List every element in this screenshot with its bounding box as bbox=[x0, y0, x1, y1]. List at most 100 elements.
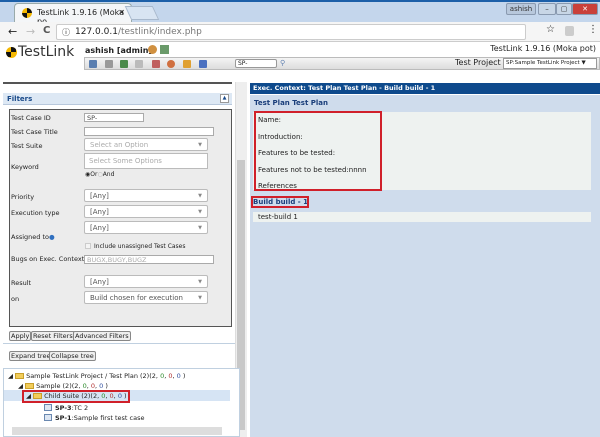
test-spec-icon[interactable] bbox=[120, 60, 128, 68]
help-info-icon[interactable]: ● bbox=[49, 233, 55, 241]
tree-node-suite[interactable]: ◢ Sample (2)(2, 0, 0, 0 ) bbox=[18, 382, 108, 390]
user-name: ashish [admin] bbox=[85, 46, 153, 55]
logout-icon[interactable] bbox=[160, 45, 169, 54]
requirements-icon[interactable] bbox=[105, 60, 113, 68]
highlight-box bbox=[251, 196, 309, 208]
tree-testcase[interactable]: SP-1:Sample first test case bbox=[44, 414, 144, 422]
node-label: Sample (2) bbox=[36, 382, 72, 390]
execution-type-select[interactable]: [Any] bbox=[84, 205, 208, 218]
url-host: 127.0.0.1 bbox=[75, 27, 118, 37]
test-project-select[interactable]: SP:Sample TestLink Project ▼ bbox=[503, 58, 597, 69]
test-case-id-label: Test Case ID bbox=[11, 114, 51, 122]
assigned-to-label: Assigned to● bbox=[11, 233, 55, 241]
user-management-icon[interactable] bbox=[167, 60, 175, 68]
result-label: Result bbox=[11, 279, 32, 287]
keyword-multiselect[interactable]: Select Some Options bbox=[84, 153, 208, 169]
test-case-title-input[interactable] bbox=[84, 127, 214, 136]
events-icon[interactable] bbox=[183, 60, 191, 68]
testcase-id: SP-1 bbox=[55, 414, 72, 422]
exec-context-header: Exec. Context: Test Plan Test Plan - Bui… bbox=[250, 83, 600, 94]
advanced-filters-button[interactable]: Advanced Filters bbox=[73, 331, 131, 341]
testlink-logo[interactable]: TestLink bbox=[18, 44, 74, 60]
minimize-button[interactable]: – bbox=[538, 3, 556, 15]
on-label: on bbox=[11, 295, 20, 303]
new-tab-button[interactable] bbox=[124, 6, 160, 20]
keyword-label: Keyword bbox=[11, 163, 39, 171]
include-unassigned-checkbox[interactable] bbox=[85, 243, 91, 249]
testcase-icon bbox=[44, 404, 52, 411]
include-unassigned-label: Include unassigned Test Cases bbox=[94, 243, 186, 250]
apply-button[interactable]: Apply bbox=[9, 331, 32, 341]
node-label: Sample TestLink Project / Test Plan (2) bbox=[26, 372, 150, 380]
priority-select[interactable]: [Any] bbox=[84, 189, 208, 202]
filters-header: Filters ▲ bbox=[3, 93, 232, 105]
bookmark-star-icon[interactable]: ☆ bbox=[546, 24, 555, 35]
test-suite-select[interactable]: Select an Option bbox=[84, 138, 208, 151]
url-path: /testlink/index.php bbox=[117, 27, 202, 37]
testlink-logo-icon bbox=[6, 47, 17, 58]
desktop-icon[interactable] bbox=[89, 60, 97, 68]
testcase-name: :Sample first test case bbox=[71, 414, 145, 422]
test-plan-title: Test Plan Test Plan bbox=[254, 99, 328, 107]
count-passed: 0 bbox=[160, 372, 165, 380]
divider bbox=[3, 82, 232, 84]
reports-icon[interactable] bbox=[152, 60, 160, 68]
test-project-value: SP:Sample TestLink Project bbox=[506, 60, 580, 66]
forward-icon[interactable]: → bbox=[26, 25, 35, 38]
testcase-icon bbox=[44, 414, 52, 421]
count-blocked: 0 bbox=[176, 372, 181, 380]
execution-type-label: Execution type bbox=[11, 209, 60, 217]
search-testcase-input[interactable]: SP- bbox=[235, 59, 277, 68]
tree-horizontal-scrollbar[interactable] bbox=[12, 427, 222, 435]
testcase-id: SP-3 bbox=[55, 404, 72, 412]
keyword-logic-radio: ◉Or○And bbox=[85, 171, 114, 178]
count-failed: 0 bbox=[168, 372, 173, 380]
test-project-label: Test Project bbox=[455, 58, 501, 67]
app-version: TestLink 1.9.16 (Moka pot) bbox=[490, 44, 596, 53]
count-failed: 0 bbox=[90, 382, 95, 390]
testlink-favicon-icon bbox=[22, 8, 32, 18]
test-case-id-input[interactable]: SP- bbox=[84, 113, 144, 122]
execute-icon[interactable] bbox=[135, 60, 143, 68]
user-profile-icon[interactable] bbox=[148, 45, 157, 54]
assigned-to-text: Assigned to bbox=[11, 233, 49, 241]
site-info-icon[interactable]: ⓘ bbox=[62, 27, 70, 38]
collapse-filters-icon[interactable]: ▲ bbox=[220, 94, 229, 103]
and-label: And bbox=[102, 171, 115, 178]
filters-title: Filters bbox=[7, 95, 33, 103]
tree-testcase[interactable]: SP-3:TC 2 bbox=[44, 404, 88, 412]
reset-filters-button[interactable]: Reset Filters bbox=[31, 331, 75, 341]
folder-icon bbox=[15, 373, 25, 379]
reload-icon[interactable]: C bbox=[43, 25, 50, 36]
window-user-badge: ashish bbox=[506, 3, 536, 15]
count-passed: 0 bbox=[82, 382, 87, 390]
extension-icon[interactable] bbox=[565, 26, 574, 36]
browser-tab[interactable]: TestLink 1.9.16 (Moka po ✕ bbox=[14, 3, 132, 26]
bugs-input[interactable]: BUGX,BUGY,BUGZ bbox=[84, 255, 214, 264]
result-select[interactable]: [Any] bbox=[84, 275, 208, 288]
testcase-name: :TC 2 bbox=[71, 404, 89, 412]
test-case-title-label: Test Case Title bbox=[11, 128, 58, 136]
close-window-button[interactable]: ✕ bbox=[572, 3, 598, 15]
count-blocked: 0 bbox=[99, 382, 104, 390]
divider bbox=[3, 343, 235, 344]
expand-tree-button[interactable]: Expand tree bbox=[9, 351, 53, 361]
tree-node-project[interactable]: ◢ Sample TestLink Project / Test Plan (2… bbox=[8, 372, 185, 380]
highlight-box bbox=[22, 390, 130, 403]
back-icon[interactable]: ← bbox=[8, 25, 17, 38]
count-total: 2 bbox=[151, 372, 156, 380]
collapse-tree-button[interactable]: Collapse tree bbox=[49, 351, 96, 361]
url-input[interactable]: ⓘ 127.0.0.1/testlink/index.php bbox=[56, 24, 526, 40]
main-toolbar: SP- ⚲ Test Project SP:Sample TestLink Pr… bbox=[84, 57, 600, 70]
assigned-to-select[interactable]: [Any] bbox=[84, 221, 208, 234]
count-total: 2 bbox=[74, 382, 79, 390]
test-suite-label: Test Suite bbox=[11, 142, 43, 150]
search-icon[interactable]: ⚲ bbox=[280, 59, 285, 67]
maximize-button[interactable]: ▢ bbox=[556, 3, 572, 15]
browser-menu-icon[interactable]: ⋮ bbox=[588, 24, 598, 35]
on-select[interactable]: Build chosen for execution bbox=[84, 291, 208, 304]
settings-icon[interactable] bbox=[199, 60, 207, 68]
highlight-box bbox=[254, 111, 382, 191]
build-description: test-build 1 bbox=[253, 212, 591, 222]
tab-close-icon[interactable]: ✕ bbox=[118, 8, 125, 17]
